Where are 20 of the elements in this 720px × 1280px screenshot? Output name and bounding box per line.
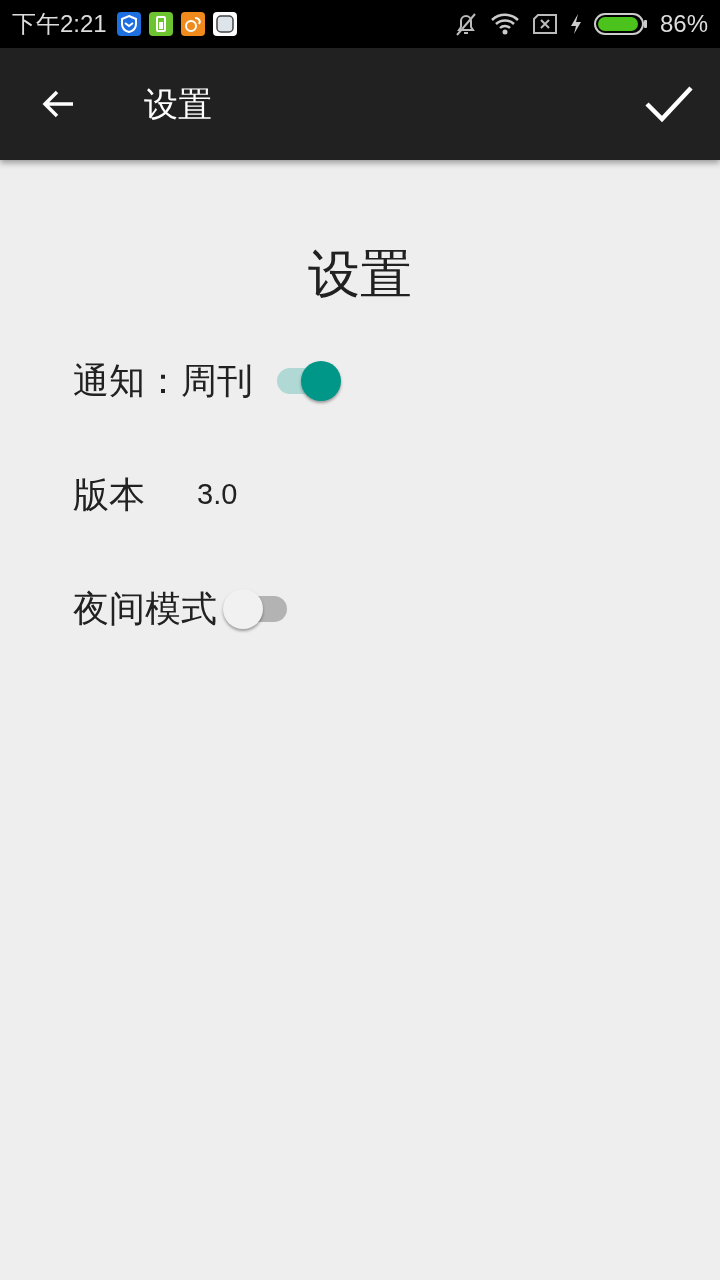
app-bar-title: 设置 (144, 83, 212, 125)
battery-percentage: 86% (659, 9, 708, 39)
wifi-icon (489, 12, 520, 36)
bell-off-icon (453, 11, 478, 37)
square-app-icon (212, 12, 237, 36)
battery-icon (593, 13, 648, 35)
toggle-switch[interactable] (275, 359, 341, 403)
setting-value: 3.0 (197, 477, 238, 513)
setting-label: 版本 (73, 473, 145, 517)
toggle-switch[interactable] (223, 587, 289, 631)
shield-app-icon (116, 12, 141, 36)
charging-icon (569, 13, 582, 35)
status-time: 下午2:21 (12, 9, 107, 39)
back-arrow-icon (41, 89, 75, 119)
checkmark-icon (645, 85, 693, 123)
no-sim-icon (531, 13, 558, 35)
setting-label: 夜间模式 (73, 587, 217, 631)
battery-app-icon (148, 12, 173, 36)
setting-label: 通知：周刊 (73, 359, 253, 403)
page-heading: 设置 (307, 244, 413, 305)
